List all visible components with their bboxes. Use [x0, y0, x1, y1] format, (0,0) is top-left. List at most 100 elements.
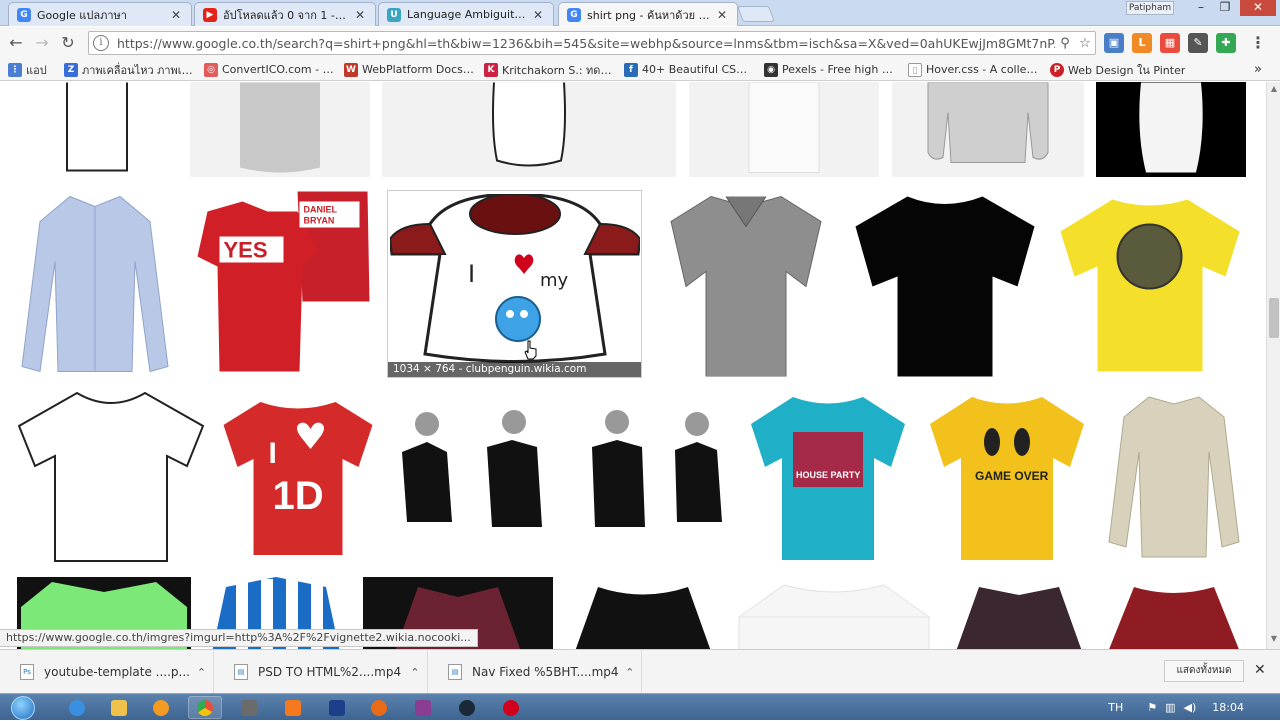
zoom-bookmark-icon: Z: [64, 62, 78, 77]
status-bar: https://www.google.co.th/imgres?imgurl=h…: [0, 629, 478, 647]
bookmark-item[interactable]: ◎ ConvertICO.com - Co: [204, 62, 334, 77]
scroll-down-icon[interactable]: ▼: [1269, 634, 1279, 643]
bookmark-item[interactable]: K Kritchakorn S.: ทด 10,0: [484, 61, 614, 79]
close-window-button[interactable]: ✕: [1240, 0, 1276, 16]
download-item[interactable]: Ps youtube-template ....p... ⌃: [8, 650, 214, 694]
taskbar-app[interactable]: [494, 696, 528, 719]
image-result[interactable]: [892, 82, 1084, 177]
image-result[interactable]: [948, 577, 1090, 649]
download-item[interactable]: ▤ PSD TO HTML%2....mp4 ⌃: [222, 650, 428, 694]
clock[interactable]: 18:04: [1212, 701, 1244, 714]
scroll-up-icon[interactable]: ▲: [1269, 84, 1279, 93]
restore-button[interactable]: ❐: [1212, 0, 1238, 16]
taskbar-app[interactable]: [188, 696, 222, 719]
image-result[interactable]: [17, 390, 205, 564]
bookmark-apps[interactable]: ⋮ แอป: [8, 61, 54, 79]
search-icon[interactable]: ⚲: [1055, 36, 1075, 51]
close-icon[interactable]: ✕: [531, 8, 545, 22]
image-result[interactable]: [1096, 82, 1246, 177]
image-result[interactable]: [382, 82, 676, 177]
eyedropper-icon[interactable]: ✎: [1188, 33, 1208, 53]
pexels-icon: ◉: [764, 62, 778, 77]
image-result[interactable]: [1053, 190, 1246, 378]
image-result[interactable]: [1102, 390, 1246, 564]
chevron-up-icon[interactable]: ⌃: [403, 666, 427, 679]
tab-language-ambiguity[interactable]: U Language Ambiguity - U ✕: [378, 2, 554, 26]
bookmarks-bar: ⋮ แอป Z ภาพเคลื่อนไหว ภาพเคลื่อ ◎ Conver…: [0, 59, 1280, 81]
image-result-hovered[interactable]: Imy 1034 × 764 - clubpenguin.wikia.com: [387, 190, 642, 378]
bookmark-item[interactable]: ▯ Hover.css - A collectio: [908, 62, 1040, 77]
show-all-downloads-button[interactable]: แสดงทั้งหมด: [1164, 660, 1244, 682]
network-icon[interactable]: ▥: [1165, 701, 1175, 714]
tab-google-translate[interactable]: G Google แปลภาษา ✕: [8, 2, 192, 26]
image-result[interactable]: [1102, 577, 1246, 649]
svg-text:BRYAN: BRYAN: [304, 216, 335, 226]
flag-icon[interactable]: ⚑: [1147, 701, 1157, 714]
taskbar-app[interactable]: [362, 696, 396, 719]
download-item[interactable]: ▤ Nav Fixed %5BHT....mp4 ⌃: [436, 650, 642, 694]
taskbar-app[interactable]: [144, 696, 178, 719]
page-icon: ▯: [908, 62, 922, 77]
image-result[interactable]: [17, 82, 177, 177]
profile-button[interactable]: Patipham: [1126, 1, 1174, 15]
bookmark-item[interactable]: Z ภาพเคลื่อนไหว ภาพเคลื่อ: [64, 61, 194, 79]
menu-icon[interactable]: ⋮: [1248, 33, 1268, 53]
image-result[interactable]: [689, 82, 879, 177]
image-result[interactable]: [190, 82, 370, 177]
css-bookmark-icon: f: [624, 62, 638, 77]
image-result[interactable]: [850, 190, 1040, 378]
taskbar-app[interactable]: [406, 696, 440, 719]
tab-title: Language Ambiguity - U: [407, 8, 527, 21]
bookmark-label: 40+ Beautiful CSS HTM: [642, 63, 754, 76]
image-result[interactable]: [566, 577, 719, 649]
close-icon[interactable]: ✕: [1254, 662, 1266, 678]
image-result[interactable]: YES DANIEL BRYAN: [186, 190, 374, 378]
bookmark-label: ConvertICO.com - Co: [222, 63, 334, 76]
image-result[interactable]: I 1D: [218, 390, 378, 564]
new-tab-button[interactable]: [737, 6, 775, 22]
star-icon[interactable]: ☆: [1075, 36, 1095, 51]
reload-button[interactable]: ↻: [58, 33, 78, 53]
extension-icon[interactable]: ✚: [1216, 33, 1236, 53]
taskbar-app[interactable]: [450, 696, 484, 719]
close-icon[interactable]: ✕: [353, 8, 367, 22]
minimize-button[interactable]: –: [1188, 0, 1214, 16]
url-text[interactable]: https://www.google.co.th/search?q=shirt+…: [117, 36, 1055, 51]
extension-icon[interactable]: L: [1132, 33, 1152, 53]
bookmark-item[interactable]: W WebPlatform Docs - W: [344, 62, 474, 77]
tab-shirt-png[interactable]: G shirt png - ค้นหาด้วย Google ✕: [558, 2, 738, 26]
forward-button[interactable]: →: [32, 33, 52, 53]
taskbar-app[interactable]: [232, 696, 266, 719]
image-result[interactable]: HOUSE PARTY: [745, 390, 910, 564]
taskbar-app[interactable]: [60, 696, 94, 719]
info-icon[interactable]: i: [93, 35, 109, 51]
image-result[interactable]: [654, 190, 838, 378]
page-scrollbar[interactable]: ▲ ▼: [1266, 82, 1280, 649]
bookmark-item[interactable]: P Web Design ใน Pinter: [1050, 61, 1186, 79]
xampp-icon: [285, 699, 301, 716]
taskbar-app[interactable]: [276, 696, 310, 719]
back-button[interactable]: ←: [6, 33, 26, 53]
tab-youtube[interactable]: ▶ อัปโหลดแล้ว 0 จาก 1 - Youtube ✕: [194, 2, 376, 26]
image-result[interactable]: GAME OVER: [923, 390, 1090, 564]
extension-icon[interactable]: ▦: [1160, 33, 1180, 53]
close-icon[interactable]: ✕: [715, 8, 729, 22]
image-result[interactable]: [390, 402, 733, 552]
bookmarks-overflow-icon[interactable]: »: [1254, 62, 1262, 77]
chevron-up-icon[interactable]: ⌃: [190, 666, 213, 679]
taskbar-app[interactable]: [320, 696, 354, 719]
chevron-up-icon[interactable]: ⌃: [619, 666, 641, 679]
extension-icon[interactable]: ▣: [1104, 33, 1124, 53]
volume-icon[interactable]: ◀): [1184, 701, 1197, 714]
bookmark-item[interactable]: ◉ Pexels - Free high qua: [764, 62, 898, 77]
language-indicator[interactable]: TH: [1108, 701, 1123, 714]
address-bar[interactable]: i https://www.google.co.th/search?q=shir…: [88, 31, 1096, 55]
image-result[interactable]: [17, 190, 173, 378]
bookmark-label: Web Design ใน Pinter: [1068, 63, 1186, 77]
image-result[interactable]: [731, 577, 936, 649]
scroll-thumb[interactable]: [1269, 298, 1279, 338]
start-button[interactable]: [6, 694, 40, 721]
bookmark-item[interactable]: f 40+ Beautiful CSS HTM: [624, 62, 754, 77]
taskbar-app[interactable]: [102, 696, 136, 719]
close-icon[interactable]: ✕: [169, 8, 183, 22]
